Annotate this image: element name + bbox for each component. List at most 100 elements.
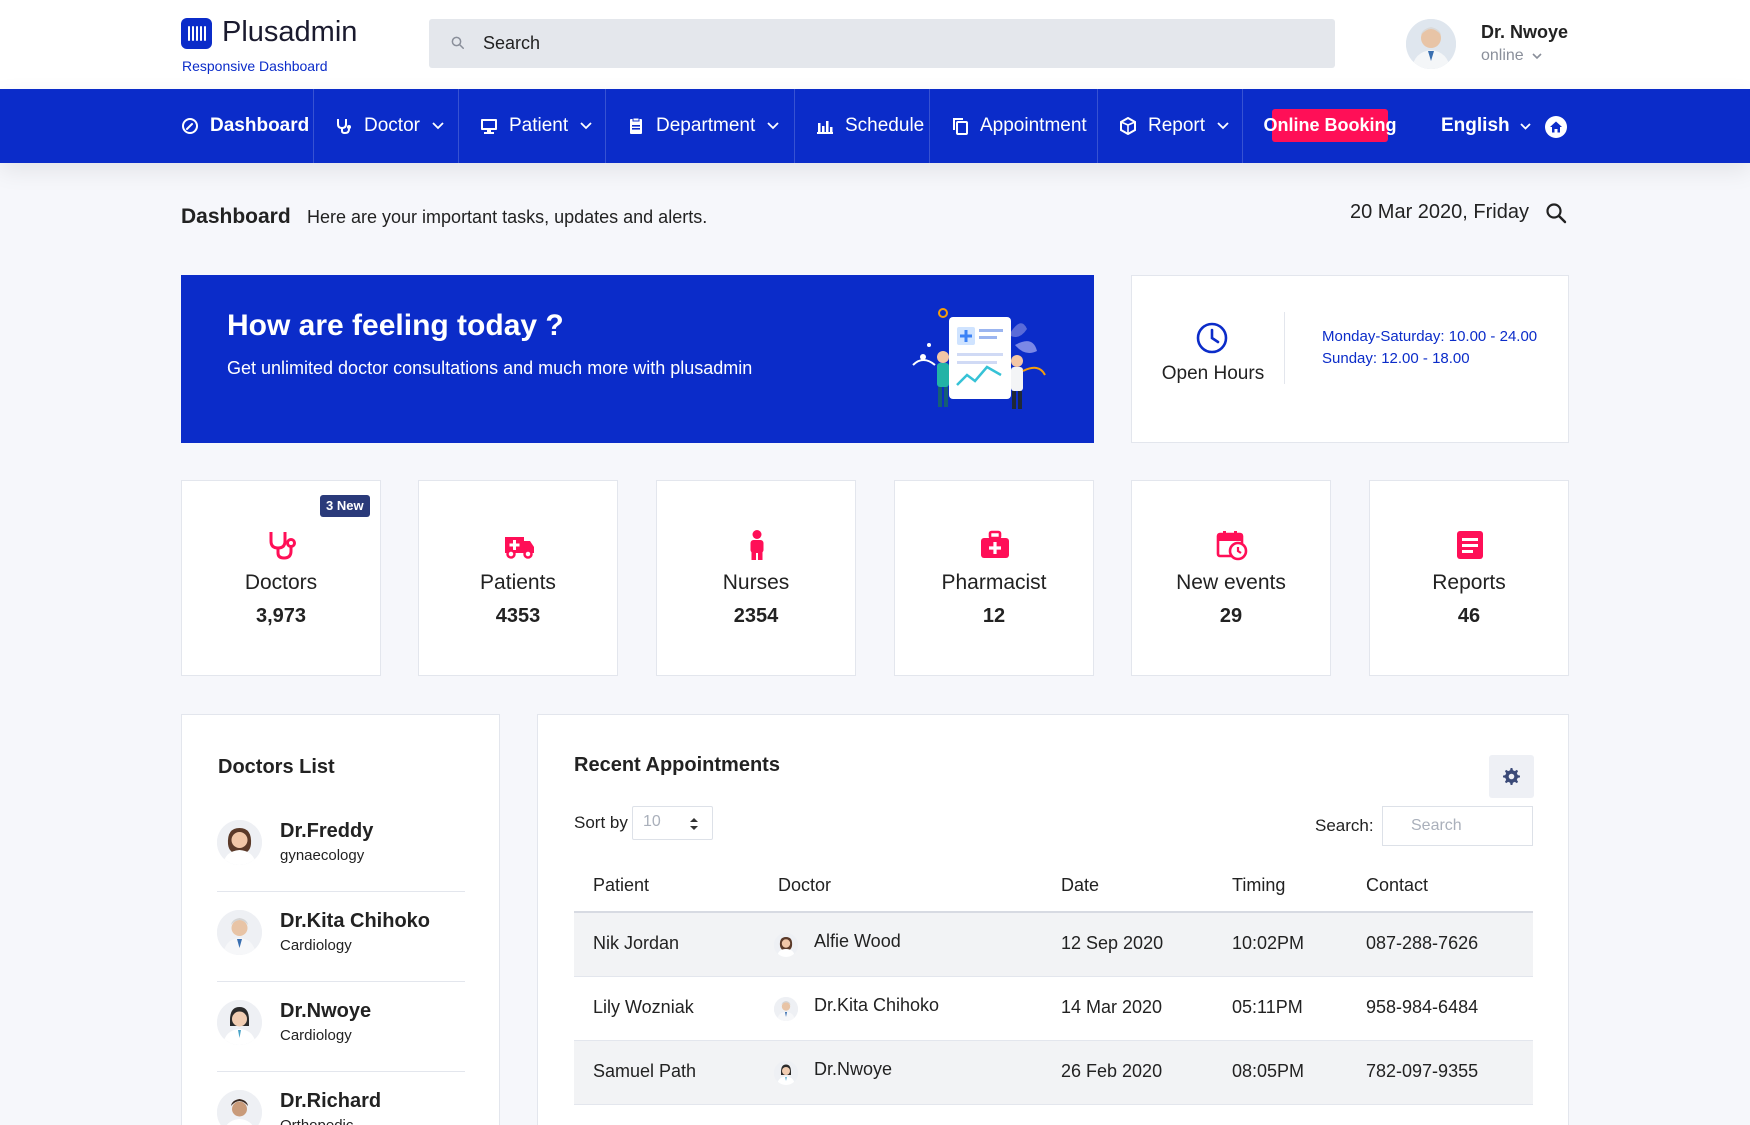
chevron-down-icon xyxy=(767,122,779,130)
cell-contact: 782-097-9355 xyxy=(1366,1061,1479,1081)
doctor-name: Dr.Richard xyxy=(280,1090,382,1112)
nav-item-schedule[interactable]: Schedule xyxy=(816,89,924,163)
chevron-down-icon xyxy=(1217,122,1229,130)
nav-label: Department xyxy=(656,115,756,136)
nav-label: Patient xyxy=(509,115,569,136)
cell-date: 26 Feb 2020 xyxy=(1061,1061,1163,1081)
doctors-list-title: Doctors List xyxy=(218,756,335,778)
column-header-patient[interactable]: Patient xyxy=(593,875,649,896)
stat-label: New events xyxy=(1176,571,1286,594)
search-input[interactable] xyxy=(483,19,1283,68)
doctor-avatar xyxy=(217,820,262,865)
table-search-input[interactable] xyxy=(1382,806,1533,846)
doctor-specialty: Cardiology xyxy=(280,937,352,954)
home-icon[interactable] xyxy=(1544,115,1568,139)
cell-patient: Lily Wozniak xyxy=(593,997,694,1017)
doctor-avatar xyxy=(774,997,798,1021)
column-header-timing[interactable]: Timing xyxy=(1232,875,1285,896)
nav-item-report[interactable]: Report xyxy=(1119,89,1229,163)
doctor-name: Dr.Nwoye xyxy=(280,1000,372,1022)
cell-doctor: Alfie Wood xyxy=(814,931,901,951)
user-status[interactable]: online xyxy=(1481,47,1542,65)
nav-label: Dashboard xyxy=(210,115,310,136)
recent-appointments-card: Recent Appointments Sort by 10 Search: P… xyxy=(537,714,1569,1125)
page-size-select[interactable]: 10 xyxy=(632,806,713,840)
stat-card-nurses[interactable]: Nurses 2354 xyxy=(656,480,856,676)
doctor-specialty: Cardiology xyxy=(280,1027,352,1044)
cell-timing: 10:02PM xyxy=(1232,933,1305,953)
search-icon[interactable] xyxy=(1545,202,1567,224)
brand-name: Plusadmin xyxy=(222,16,358,48)
global-search[interactable] xyxy=(429,19,1335,68)
page-title: Dashboard xyxy=(181,205,291,228)
stat-card-patients[interactable]: Patients 4353 xyxy=(418,480,618,676)
page-size-value: 10 xyxy=(643,813,661,830)
stethoscope-icon xyxy=(337,119,351,135)
banner-subtitle: Get unlimited doctor consultations and m… xyxy=(227,358,753,378)
calendar-clock-icon xyxy=(1216,531,1248,561)
monitor-icon xyxy=(481,119,497,134)
doctor-list-item[interactable]: Dr.Kita Chihoko Cardiology xyxy=(217,892,465,982)
doctor-list-item[interactable]: Dr.Richard Orthopedic xyxy=(217,1072,465,1125)
nav-divider xyxy=(929,89,930,163)
logo-mark-icon xyxy=(181,18,212,49)
nav-divider xyxy=(794,89,795,163)
dashboard-icon xyxy=(182,118,198,134)
chevron-down-icon xyxy=(1532,53,1542,60)
doctor-list-item[interactable]: Dr.Freddy gynaecology xyxy=(217,802,465,892)
cell-patient: Samuel Path xyxy=(593,1061,697,1081)
page-subtitle: Here are your important tasks, updates a… xyxy=(307,207,708,227)
cell-date: 14 Mar 2020 xyxy=(1061,997,1163,1017)
table-row[interactable]: Nik Jordan Alfie Wood 12 Sep 2020 10:02P… xyxy=(574,913,1533,977)
column-header-contact[interactable]: Contact xyxy=(1366,875,1428,896)
nav-item-dashboard[interactable]: Dashboard xyxy=(181,89,309,163)
ambulance-icon xyxy=(505,537,534,559)
nav-divider xyxy=(1242,89,1243,163)
sort-arrows-icon xyxy=(690,818,698,830)
cell-contact: 087-288-7626 xyxy=(1366,933,1479,953)
nav-divider xyxy=(458,89,459,163)
table-row[interactable]: Samuel Path Dr.Nwoye 26 Feb 2020 08:05PM… xyxy=(574,1041,1533,1105)
nav-item-appointment[interactable]: Appointment xyxy=(951,89,1087,163)
nav-label: Doctor xyxy=(364,115,420,136)
doctor-avatar xyxy=(774,933,798,957)
stat-card-pharmacist[interactable]: Pharmacist 12 xyxy=(894,480,1094,676)
stat-value: 12 xyxy=(982,605,1006,627)
clipboard-icon xyxy=(630,117,642,134)
stat-card-reports[interactable]: Reports 46 xyxy=(1369,480,1569,676)
doctor-specialty: Orthopedic xyxy=(280,1117,353,1125)
welcome-banner: How are feeling today ? Get unlimited do… xyxy=(181,275,1094,443)
gear-icon xyxy=(1503,768,1520,785)
top-header: Plusadmin Responsive Dashboard Dr. Nwoye… xyxy=(0,0,1750,89)
stat-label: Reports xyxy=(1432,571,1506,594)
stat-card-new-events[interactable]: New events 29 xyxy=(1131,480,1331,676)
online-booking-button[interactable]: Online Booking xyxy=(1264,109,1397,142)
column-header-doctor[interactable]: Doctor xyxy=(778,875,831,896)
stat-label: Nurses xyxy=(722,571,790,594)
open-hours-card: Open Hours Monday-Saturday: 10.00 - 24.0… xyxy=(1131,275,1569,443)
stat-card-doctors[interactable]: 3 New Doctors 3,973 xyxy=(181,480,381,676)
language-selector[interactable]: English xyxy=(1441,89,1531,163)
doctor-list-item[interactable]: Dr.Nwoye Cardiology xyxy=(217,982,465,1072)
column-header-date[interactable]: Date xyxy=(1061,875,1099,896)
weekday-hours: Monday-Saturday: 10.00 - 24.00 xyxy=(1322,328,1538,345)
user-avatar[interactable] xyxy=(1406,19,1456,69)
cell-patient: Nik Jordan xyxy=(593,933,680,953)
nav-item-department[interactable]: Department xyxy=(627,89,779,163)
stat-label: Pharmacist xyxy=(941,571,1047,594)
doctor-name: Dr.Freddy xyxy=(280,820,374,842)
nav-item-patient[interactable]: Patient xyxy=(480,89,592,163)
settings-button[interactable] xyxy=(1489,755,1534,798)
current-date: 20 Mar 2020, Friday xyxy=(1350,201,1529,223)
chevron-down-icon xyxy=(1519,122,1531,130)
appointments-title: Recent Appointments xyxy=(574,754,780,776)
brand-tagline: Responsive Dashboard xyxy=(182,58,328,74)
hours-divider xyxy=(1284,312,1285,384)
nav-item-doctor[interactable]: Doctor xyxy=(335,89,444,163)
stat-label: Doctors xyxy=(244,571,318,594)
nav-divider xyxy=(1097,89,1098,163)
table-row[interactable]: Lily Wozniak Dr.Kita Chihoko 14 Mar 2020… xyxy=(574,977,1533,1041)
open-hours-label: Open Hours xyxy=(1161,363,1265,384)
copy-icon xyxy=(953,118,968,135)
doctor-avatar xyxy=(774,1061,798,1085)
